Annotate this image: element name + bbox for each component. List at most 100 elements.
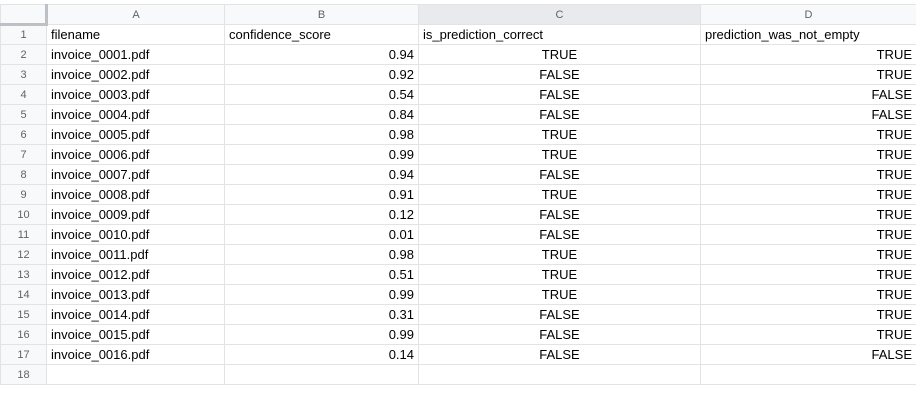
cell-filename[interactable]: invoice_0009.pdf: [46, 204, 225, 225]
empty-cell[interactable]: [418, 364, 701, 385]
select-all-corner[interactable]: [0, 4, 48, 26]
cell-filename[interactable]: invoice_0001.pdf: [46, 44, 225, 65]
cell-prediction-was-not-empty[interactable]: TRUE: [700, 184, 916, 205]
cell-is-prediction-correct[interactable]: TRUE: [418, 144, 701, 165]
cell-confidence-score[interactable]: 0.94: [224, 44, 419, 65]
row-header[interactable]: 1: [0, 24, 47, 45]
row-header[interactable]: 2: [0, 44, 47, 65]
row-header[interactable]: 10: [0, 204, 47, 225]
column-header-row: A B C D: [0, 4, 916, 26]
cell-filename[interactable]: invoice_0002.pdf: [46, 64, 225, 85]
cell-confidence-score[interactable]: 0.92: [224, 64, 419, 85]
cell-filename[interactable]: invoice_0007.pdf: [46, 164, 225, 185]
cell-prediction-was-not-empty[interactable]: TRUE: [700, 264, 916, 285]
cell-confidence-score[interactable]: 0.99: [224, 284, 419, 305]
row-header[interactable]: 7: [0, 144, 47, 165]
cell-header-prediction-was-not-empty[interactable]: prediction_was_not_empty: [700, 24, 916, 45]
cell-filename[interactable]: invoice_0006.pdf: [46, 144, 225, 165]
cell-filename[interactable]: invoice_0011.pdf: [46, 244, 225, 265]
table-row: 7 invoice_0006.pdf 0.99 TRUE TRUE: [0, 144, 916, 165]
row-header[interactable]: 15: [0, 304, 47, 325]
row-header[interactable]: 6: [0, 124, 47, 145]
cell-confidence-score[interactable]: 0.94: [224, 164, 419, 185]
empty-cell[interactable]: [224, 364, 419, 385]
cell-is-prediction-correct[interactable]: FALSE: [418, 344, 701, 365]
cell-confidence-score[interactable]: 0.12: [224, 204, 419, 225]
cell-filename[interactable]: invoice_0015.pdf: [46, 324, 225, 345]
cell-is-prediction-correct[interactable]: TRUE: [418, 284, 701, 305]
cell-is-prediction-correct[interactable]: FALSE: [418, 204, 701, 225]
cell-is-prediction-correct[interactable]: FALSE: [418, 164, 701, 185]
cell-is-prediction-correct[interactable]: FALSE: [418, 64, 701, 85]
cell-prediction-was-not-empty[interactable]: FALSE: [700, 84, 916, 105]
cell-prediction-was-not-empty[interactable]: TRUE: [700, 124, 916, 145]
cell-prediction-was-not-empty[interactable]: FALSE: [700, 344, 916, 365]
table-row: 16 invoice_0015.pdf 0.99 FALSE TRUE: [0, 324, 916, 345]
cell-is-prediction-correct[interactable]: FALSE: [418, 84, 701, 105]
cell-prediction-was-not-empty[interactable]: TRUE: [700, 204, 916, 225]
cell-prediction-was-not-empty[interactable]: TRUE: [700, 44, 916, 65]
row-header[interactable]: 13: [0, 264, 47, 285]
cell-confidence-score[interactable]: 0.14: [224, 344, 419, 365]
row-header[interactable]: 11: [0, 224, 47, 245]
empty-cell[interactable]: [700, 364, 916, 385]
empty-row: 18: [0, 364, 916, 385]
cell-prediction-was-not-empty[interactable]: TRUE: [700, 224, 916, 245]
cell-is-prediction-correct[interactable]: TRUE: [418, 184, 701, 205]
cell-prediction-was-not-empty[interactable]: TRUE: [700, 164, 916, 185]
cell-is-prediction-correct[interactable]: FALSE: [418, 224, 701, 245]
cell-prediction-was-not-empty[interactable]: TRUE: [700, 324, 916, 345]
row-header[interactable]: 4: [0, 84, 47, 105]
cell-confidence-score[interactable]: 0.98: [224, 124, 419, 145]
cell-prediction-was-not-empty[interactable]: FALSE: [700, 104, 916, 125]
cell-filename[interactable]: invoice_0005.pdf: [46, 124, 225, 145]
cell-confidence-score[interactable]: 0.01: [224, 224, 419, 245]
table-row: 13 invoice_0012.pdf 0.51 TRUE TRUE: [0, 264, 916, 285]
cell-is-prediction-correct[interactable]: FALSE: [418, 324, 701, 345]
row-header[interactable]: 12: [0, 244, 47, 265]
cell-filename[interactable]: invoice_0003.pdf: [46, 84, 225, 105]
row-header[interactable]: 3: [0, 64, 47, 85]
cell-confidence-score[interactable]: 0.98: [224, 244, 419, 265]
cell-filename[interactable]: invoice_0008.pdf: [46, 184, 225, 205]
cell-confidence-score[interactable]: 0.91: [224, 184, 419, 205]
empty-cell[interactable]: [46, 364, 225, 385]
cell-confidence-score[interactable]: 0.31: [224, 304, 419, 325]
cell-confidence-score[interactable]: 0.54: [224, 84, 419, 105]
column-header-b[interactable]: B: [224, 4, 419, 25]
cell-is-prediction-correct[interactable]: TRUE: [418, 244, 701, 265]
cell-is-prediction-correct[interactable]: FALSE: [418, 104, 701, 125]
cell-confidence-score[interactable]: 0.84: [224, 104, 419, 125]
column-header-a[interactable]: A: [46, 4, 225, 25]
cell-prediction-was-not-empty[interactable]: TRUE: [700, 304, 916, 325]
row-header[interactable]: 8: [0, 164, 47, 185]
cell-filename[interactable]: invoice_0016.pdf: [46, 344, 225, 365]
cell-filename[interactable]: invoice_0013.pdf: [46, 284, 225, 305]
cell-prediction-was-not-empty[interactable]: TRUE: [700, 244, 916, 265]
cell-filename[interactable]: invoice_0010.pdf: [46, 224, 225, 245]
cell-is-prediction-correct[interactable]: TRUE: [418, 124, 701, 145]
cell-header-filename[interactable]: filename: [46, 24, 225, 45]
cell-filename[interactable]: invoice_0004.pdf: [46, 104, 225, 125]
row-header[interactable]: 16: [0, 324, 47, 345]
cell-header-confidence-score[interactable]: confidence_score: [224, 24, 419, 45]
cell-is-prediction-correct[interactable]: TRUE: [418, 44, 701, 65]
row-header[interactable]: 14: [0, 284, 47, 305]
cell-is-prediction-correct[interactable]: TRUE: [418, 264, 701, 285]
row-header[interactable]: 9: [0, 184, 47, 205]
cell-is-prediction-correct[interactable]: FALSE: [418, 304, 701, 325]
cell-confidence-score[interactable]: 0.51: [224, 264, 419, 285]
cell-prediction-was-not-empty[interactable]: TRUE: [700, 64, 916, 85]
column-header-d[interactable]: D: [700, 4, 916, 25]
row-header[interactable]: 18: [0, 364, 47, 385]
row-header[interactable]: 17: [0, 344, 47, 365]
cell-filename[interactable]: invoice_0012.pdf: [46, 264, 225, 285]
cell-prediction-was-not-empty[interactable]: TRUE: [700, 284, 916, 305]
column-header-c[interactable]: C: [418, 4, 701, 25]
cell-confidence-score[interactable]: 0.99: [224, 324, 419, 345]
row-header[interactable]: 5: [0, 104, 47, 125]
cell-confidence-score[interactable]: 0.99: [224, 144, 419, 165]
cell-filename[interactable]: invoice_0014.pdf: [46, 304, 225, 325]
cell-prediction-was-not-empty[interactable]: TRUE: [700, 144, 916, 165]
cell-header-is-prediction-correct[interactable]: is_prediction_correct: [418, 24, 701, 45]
